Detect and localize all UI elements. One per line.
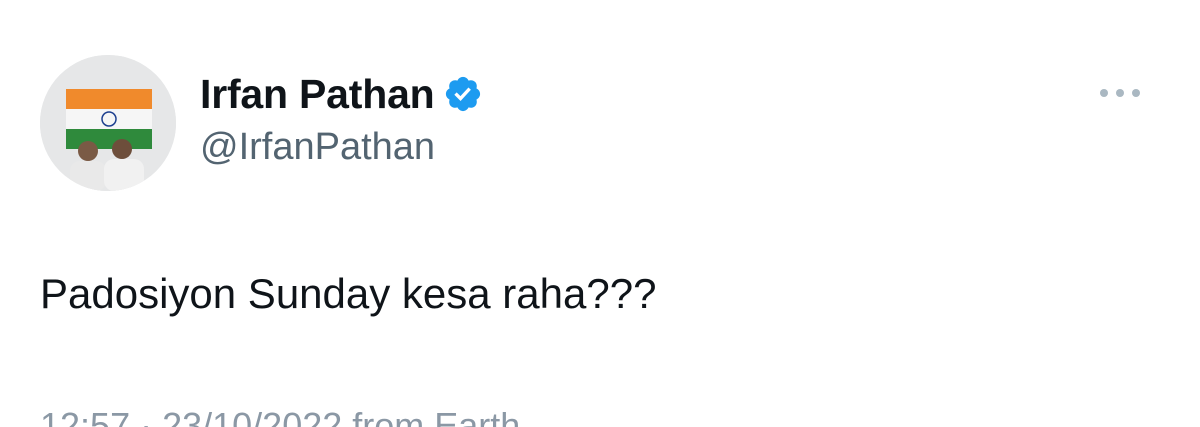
tweet-card: Irfan Pathan @IrfanPathan Padosiyon Sund… [0, 0, 1200, 427]
more-horizontal-icon [1100, 89, 1140, 97]
tweet-text: Padosiyon Sunday kesa raha??? [40, 270, 657, 317]
verified-badge-icon [443, 74, 483, 114]
tweet-timestamp[interactable]: 12:57 · 23/10/2022 from Earth [40, 405, 520, 427]
author-handle[interactable]: @IrfanPathan [200, 126, 435, 169]
more-options-button[interactable] [1090, 78, 1150, 108]
author-display-name[interactable]: Irfan Pathan [200, 71, 435, 118]
author-avatar[interactable] [40, 55, 176, 191]
avatar-photo-icon [40, 55, 176, 191]
author-name-row[interactable]: Irfan Pathan [200, 68, 483, 120]
